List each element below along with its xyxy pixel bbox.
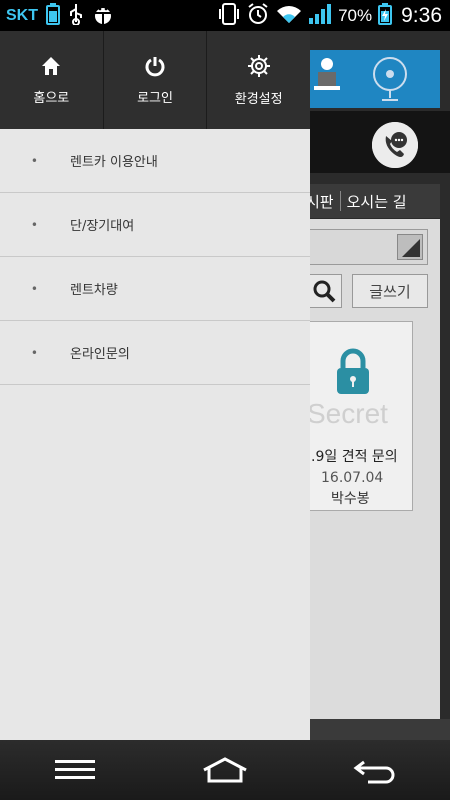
- site-nav: 시판 오시는 길: [300, 184, 440, 218]
- home-nav-button[interactable]: [185, 745, 265, 795]
- search-icon: [313, 280, 336, 303]
- drawer-header: 홈으로 로그인 환경설정: [0, 31, 310, 129]
- home-outline-icon: [203, 757, 247, 783]
- gear-icon: [247, 54, 270, 77]
- bullet: •: [30, 217, 38, 232]
- signal-icon: [308, 3, 332, 29]
- menu-icon: [55, 760, 95, 779]
- menu-item-rental-cars[interactable]: • 렌트차량: [0, 257, 310, 321]
- menu-item-label: 렌트차량: [70, 283, 118, 298]
- system-navigation-bar: [0, 740, 450, 800]
- battery-saver-icon: [46, 2, 60, 29]
- bullet: •: [30, 153, 38, 168]
- menu-item-online-inquiry[interactable]: • 온라인문의: [0, 321, 310, 385]
- post-card[interactable]: Secret .9일 견적 문의 16.07.04 박수봉: [300, 321, 413, 511]
- menu-item-label: 렌트카 이용안내: [70, 155, 158, 170]
- settings-button[interactable]: 환경설정: [207, 31, 310, 129]
- site-footer: [300, 719, 450, 740]
- bullet: •: [30, 345, 38, 360]
- menu-item-short-long-term[interactable]: • 단/장기대여: [0, 193, 310, 257]
- write-button[interactable]: 글쓰기: [352, 274, 428, 308]
- android-debug-icon: [92, 3, 114, 29]
- login-button-label: 로그인: [137, 90, 173, 106]
- navigation-drawer: 홈으로 로그인 환경설정 • 렌트카 이용안내 • 단/장기대여 • 렌트차량 …: [0, 31, 310, 740]
- person-illustration: [314, 58, 340, 90]
- menu-item-rental-guide[interactable]: • 렌트카 이용안내: [0, 129, 310, 193]
- post-date: 16.07.04: [321, 470, 384, 486]
- lock-icon: [337, 348, 369, 394]
- home-button-label: 홈으로: [33, 90, 70, 106]
- power-icon: [145, 56, 165, 76]
- category-select[interactable]: [300, 229, 428, 265]
- carrier-label: SKT: [6, 6, 38, 24]
- battery-charging-icon: [378, 2, 393, 29]
- battery-percent: 70%: [338, 5, 373, 25]
- usb-icon: [68, 3, 84, 29]
- menu-item-label: 단/장기대여: [70, 219, 135, 234]
- back-icon: [353, 760, 395, 784]
- menu-item-label: 온라인문의: [70, 347, 130, 362]
- post-title: .9일 견적 문의: [311, 449, 398, 465]
- back-button[interactable]: [335, 745, 415, 795]
- nav-link-directions[interactable]: 오시는 길: [341, 191, 413, 212]
- settings-button-label: 환경설정: [234, 91, 283, 107]
- dropdown-arrow-icon: [397, 234, 423, 260]
- alarm-icon: [246, 2, 270, 30]
- fan-illustration: [373, 57, 407, 101]
- vibrate-icon: [218, 2, 240, 30]
- home-button[interactable]: 홈으로: [0, 31, 104, 129]
- banner-image: [300, 50, 440, 108]
- login-button[interactable]: 로그인: [104, 31, 208, 129]
- bullet: •: [30, 281, 38, 296]
- menu-button[interactable]: [35, 745, 115, 795]
- clock: 9:36: [401, 3, 442, 27]
- phone-chat-icon[interactable]: [372, 122, 418, 168]
- home-icon: [42, 56, 61, 75]
- search-button[interactable]: [306, 274, 342, 308]
- secret-label: Secret: [307, 398, 388, 429]
- status-bar: SKT 70% 9:36: [0, 0, 450, 31]
- wifi-icon: [276, 3, 302, 29]
- post-author: 박수봉: [331, 491, 370, 507]
